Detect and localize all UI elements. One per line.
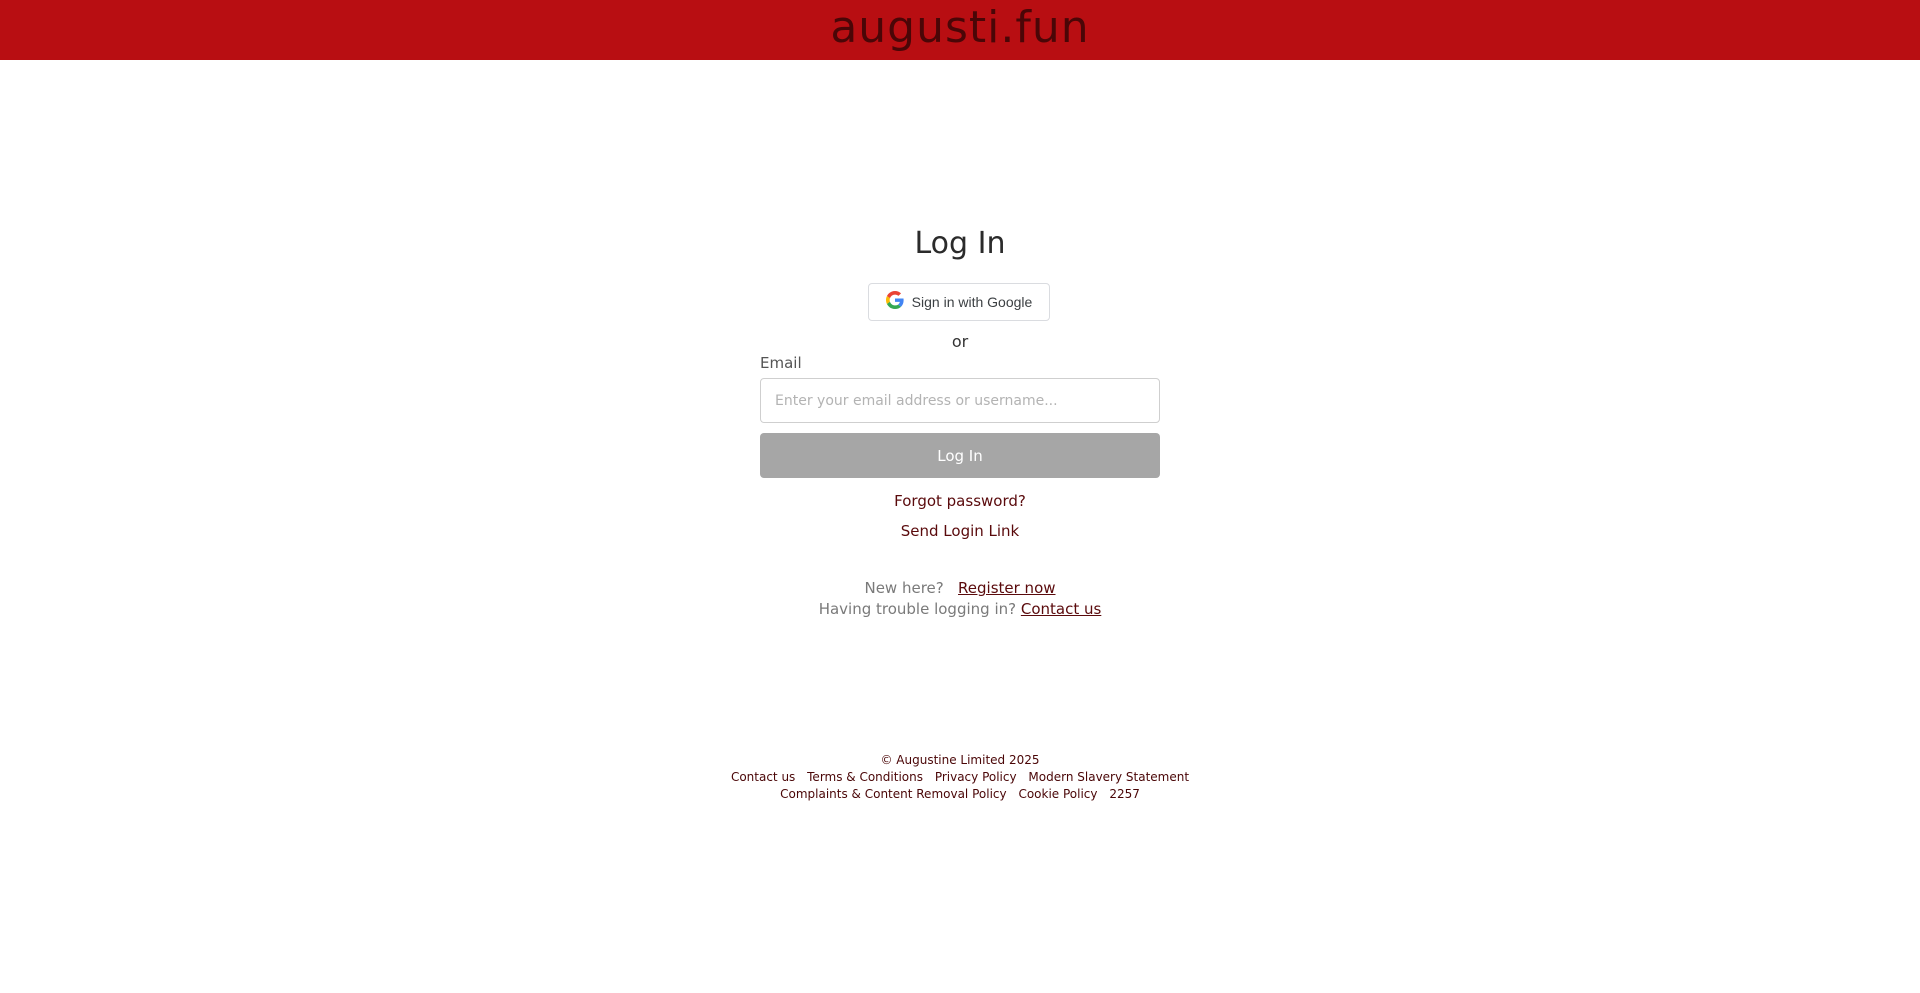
trouble-row: Having trouble logging in? Contact us: [710, 599, 1210, 619]
new-here-row: New here? Register now: [760, 578, 1160, 598]
send-login-link-row: Send Login Link: [760, 521, 1160, 541]
new-here-text: New here?: [864, 579, 944, 597]
login-button[interactable]: Log In: [760, 433, 1160, 478]
email-label: Email: [760, 354, 802, 372]
forgot-password-link[interactable]: Forgot password?: [894, 492, 1026, 510]
top-header-bar: augusti.fun: [0, 0, 1920, 60]
footer-link-2257[interactable]: 2257: [1109, 787, 1140, 801]
page-title: Log In: [914, 226, 1006, 261]
trouble-text: Having trouble logging in?: [818, 600, 1017, 618]
email-field[interactable]: [760, 378, 1160, 423]
footer-link-privacy[interactable]: Privacy Policy: [935, 770, 1017, 784]
site-logo-text[interactable]: augusti.fun: [830, 2, 1089, 54]
footer-links-row-2: Complaints & Content Removal Policy Cook…: [660, 786, 1260, 803]
or-separator: or: [951, 332, 969, 351]
footer-link-complaints[interactable]: Complaints & Content Removal Policy: [780, 787, 1006, 801]
footer-copyright: © Augustine Limited 2025: [880, 753, 1040, 767]
google-signin-label: Sign in with Google: [911, 294, 1033, 310]
register-link[interactable]: Register now: [958, 579, 1055, 597]
footer-link-terms[interactable]: Terms & Conditions: [807, 770, 923, 784]
contact-link[interactable]: Contact us: [1021, 600, 1101, 618]
google-signin-button[interactable]: Sign in with Google: [868, 283, 1050, 321]
footer-link-contact[interactable]: Contact us: [731, 770, 795, 784]
footer-link-cookie[interactable]: Cookie Policy: [1018, 787, 1097, 801]
footer-links-row-1: Contact us Terms & Conditions Privacy Po…: [660, 769, 1260, 786]
send-login-link[interactable]: Send Login Link: [901, 522, 1020, 540]
footer-link-modern-slavery[interactable]: Modern Slavery Statement: [1028, 770, 1189, 784]
forgot-password-row: Forgot password?: [760, 491, 1160, 511]
google-g-icon: [885, 291, 904, 313]
